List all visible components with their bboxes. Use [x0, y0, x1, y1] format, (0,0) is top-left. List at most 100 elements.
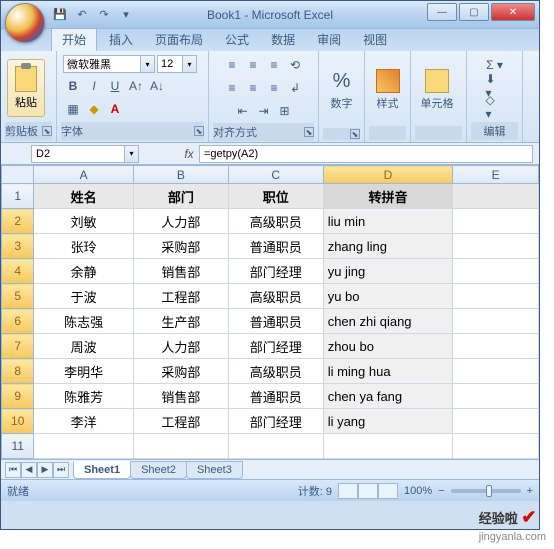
wrap-text-button[interactable]: ↲ — [285, 78, 305, 98]
view-normal-button[interactable] — [338, 483, 358, 499]
cell[interactable]: li ming hua — [323, 359, 453, 384]
row-header[interactable]: 1 — [2, 184, 34, 209]
col-header-B[interactable]: B — [133, 166, 228, 184]
cell[interactable] — [453, 309, 539, 334]
cell[interactable]: 部门 — [133, 184, 228, 209]
view-layout-button[interactable] — [358, 483, 378, 499]
cell[interactable]: 周波 — [34, 334, 134, 359]
cell[interactable]: 人力部 — [133, 334, 228, 359]
row-header[interactable]: 9 — [2, 384, 34, 409]
sheet-nav-prev[interactable]: ◀ — [21, 462, 37, 478]
border-button[interactable]: ▦ — [63, 99, 83, 119]
cell[interactable]: 部门经理 — [228, 409, 323, 434]
cell[interactable]: yu jing — [323, 259, 453, 284]
redo-icon[interactable]: ↷ — [95, 6, 113, 24]
view-break-button[interactable] — [378, 483, 398, 499]
name-box[interactable]: D2 — [31, 145, 125, 163]
cell[interactable]: 陈志强 — [34, 309, 134, 334]
cell[interactable]: 工程部 — [133, 284, 228, 309]
cell[interactable]: 李洋 — [34, 409, 134, 434]
font-shrink-button[interactable]: A↓ — [147, 76, 167, 96]
row-header[interactable]: 4 — [2, 259, 34, 284]
align-top-button[interactable]: ≡ — [222, 55, 242, 75]
cell[interactable]: chen zhi qiang — [323, 309, 453, 334]
col-header-C[interactable]: C — [228, 166, 323, 184]
cell[interactable]: yu bo — [323, 284, 453, 309]
tab-审阅[interactable]: 审阅 — [307, 28, 351, 51]
chevron-down-icon[interactable]: ▾ — [183, 55, 197, 73]
cell[interactable] — [453, 259, 539, 284]
cell[interactable]: 陈雅芳 — [34, 384, 134, 409]
cell[interactable]: 部门经理 — [228, 334, 323, 359]
cell[interactable]: 工程部 — [133, 409, 228, 434]
qat-dropdown-icon[interactable]: ▾ — [117, 6, 135, 24]
chevron-down-icon[interactable]: ▾ — [141, 55, 155, 73]
cell[interactable]: 转拼音 — [323, 184, 453, 209]
cell[interactable] — [323, 434, 453, 459]
zoom-out-button[interactable]: − — [438, 485, 444, 497]
col-header-A[interactable]: A — [34, 166, 134, 184]
cells-button[interactable]: 单元格 — [417, 61, 457, 119]
name-box-dropdown[interactable]: ▾ — [125, 145, 139, 163]
align-left-button[interactable]: ≡ — [222, 78, 242, 98]
tab-插入[interactable]: 插入 — [99, 28, 143, 51]
clipboard-launcher-icon[interactable]: ⬊ — [42, 126, 52, 136]
cell[interactable]: 采购部 — [133, 359, 228, 384]
underline-button[interactable]: U — [105, 76, 125, 96]
fx-icon[interactable]: fx — [179, 147, 199, 161]
cell[interactable] — [133, 434, 228, 459]
font-name-input[interactable] — [63, 55, 141, 73]
cell[interactable] — [453, 434, 539, 459]
cell[interactable]: 生产部 — [133, 309, 228, 334]
sheet-tab-Sheet3[interactable]: Sheet3 — [186, 461, 243, 479]
cell[interactable]: zhang ling — [323, 234, 453, 259]
cell[interactable]: 采购部 — [133, 234, 228, 259]
cell[interactable]: 高级职员 — [228, 284, 323, 309]
fill-color-button[interactable]: ◆ — [84, 99, 104, 119]
indent-inc-button[interactable]: ⇥ — [254, 101, 274, 121]
worksheet-area[interactable]: ABCDE 1姓名部门职位转拼音2刘敏人力部高级职员liu min3张玲采购部普… — [1, 165, 539, 459]
save-icon[interactable]: 💾 — [51, 6, 69, 24]
row-header[interactable]: 2 — [2, 209, 34, 234]
formula-bar[interactable]: =getpy(A2) — [199, 145, 533, 163]
font-size-input[interactable] — [157, 55, 183, 73]
font-name-combo[interactable]: ▾ — [63, 55, 155, 73]
row-header[interactable]: 8 — [2, 359, 34, 384]
merge-button[interactable]: ⊞ — [275, 101, 295, 121]
row-header[interactable]: 3 — [2, 234, 34, 259]
close-button[interactable]: ✕ — [491, 3, 535, 21]
cell[interactable]: chen ya fang — [323, 384, 453, 409]
align-center-button[interactable]: ≡ — [243, 78, 263, 98]
cell[interactable] — [453, 384, 539, 409]
font-grow-button[interactable]: A↑ — [126, 76, 146, 96]
tab-开始[interactable]: 开始 — [51, 27, 97, 51]
cell[interactable] — [453, 284, 539, 309]
cell[interactable] — [453, 234, 539, 259]
col-header-D[interactable]: D — [323, 166, 453, 184]
tab-视图[interactable]: 视图 — [353, 28, 397, 51]
align-right-button[interactable]: ≡ — [264, 78, 284, 98]
minimize-button[interactable]: ― — [427, 3, 457, 21]
styles-button[interactable]: 样式 — [371, 61, 404, 119]
cell[interactable]: 普通职员 — [228, 234, 323, 259]
cell[interactable]: 销售部 — [133, 259, 228, 284]
cell[interactable]: zhou bo — [323, 334, 453, 359]
zoom-thumb[interactable] — [486, 485, 492, 497]
bold-button[interactable]: B — [63, 76, 83, 96]
cell[interactable]: 销售部 — [133, 384, 228, 409]
orientation-button[interactable]: ⟲ — [285, 55, 305, 75]
col-header-E[interactable]: E — [453, 166, 539, 184]
font-color-button[interactable]: A — [105, 99, 125, 119]
tab-数据[interactable]: 数据 — [261, 28, 305, 51]
cell[interactable]: 余静 — [34, 259, 134, 284]
cell[interactable]: 李明华 — [34, 359, 134, 384]
cell[interactable] — [228, 434, 323, 459]
row-header[interactable]: 7 — [2, 334, 34, 359]
zoom-slider[interactable] — [451, 489, 521, 493]
undo-icon[interactable]: ↶ — [73, 6, 91, 24]
cell[interactable] — [453, 334, 539, 359]
maximize-button[interactable]: ▢ — [459, 3, 489, 21]
row-header[interactable]: 5 — [2, 284, 34, 309]
cell[interactable]: 于波 — [34, 284, 134, 309]
cell[interactable]: li yang — [323, 409, 453, 434]
